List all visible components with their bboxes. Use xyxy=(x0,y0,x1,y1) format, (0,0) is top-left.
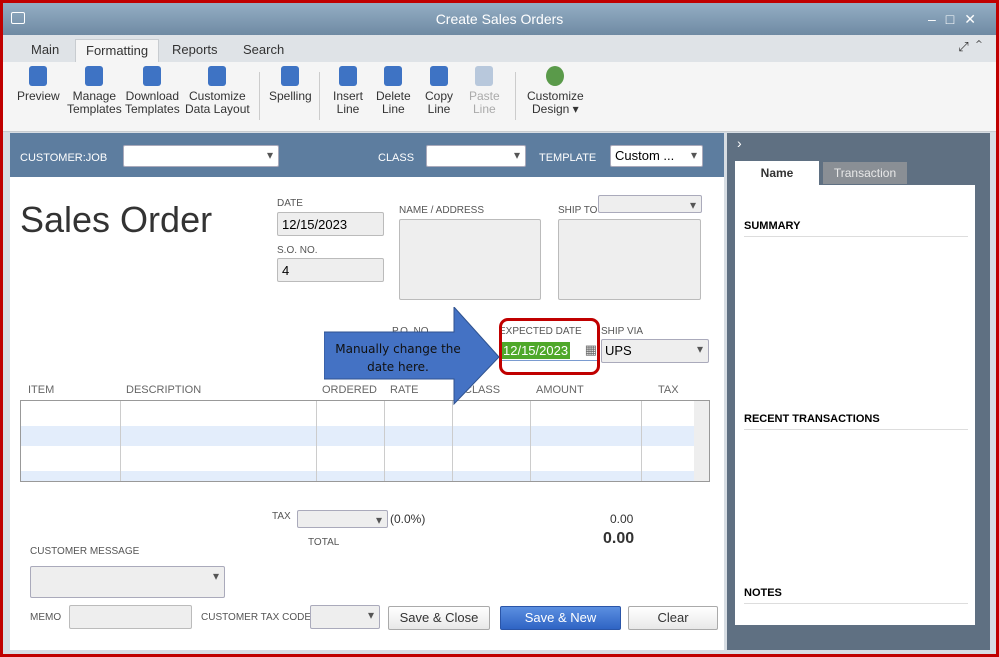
tax-label: TAX xyxy=(272,511,291,522)
delete-line-icon xyxy=(384,66,403,86)
customize-data-layout-button[interactable]: Customize Data Layout xyxy=(185,66,250,116)
spelling-icon xyxy=(281,66,300,86)
download-icon xyxy=(143,66,162,86)
ribbon-tabs: Main Formatting Reports Search ⤢ ⌃ xyxy=(3,35,996,62)
ship-to-label: SHIP TO xyxy=(558,205,598,216)
system-menu-icon[interactable] xyxy=(11,12,25,24)
col-item: ITEM xyxy=(28,384,55,396)
tax-select[interactable] xyxy=(297,510,388,528)
customer-tax-code-label: CUSTOMER TAX CODE xyxy=(201,612,312,623)
save-close-button[interactable]: Save & Close xyxy=(388,606,490,630)
total-label: TOTAL xyxy=(308,537,340,548)
tax-percent: (0.0%) xyxy=(390,512,426,526)
class-label: CLASS xyxy=(378,152,415,164)
label: Preview xyxy=(17,89,60,103)
total-amount: 0.00 xyxy=(603,530,635,547)
class-select[interactable] xyxy=(426,145,526,167)
ship-to-select[interactable] xyxy=(598,195,702,213)
template-label: TEMPLATE xyxy=(539,152,597,164)
notes-heading: NOTES xyxy=(744,587,968,604)
customer-tax-code-select[interactable] xyxy=(310,605,380,629)
divider xyxy=(259,72,260,120)
customer-message-label: CUSTOMER MESSAGE xyxy=(30,546,140,557)
divider xyxy=(515,72,516,120)
label: Line xyxy=(427,102,451,116)
page-title: Sales Order xyxy=(20,199,213,240)
col-description: DESCRIPTION xyxy=(126,384,202,396)
clear-button[interactable]: Clear xyxy=(628,606,718,630)
tab-name[interactable]: Name xyxy=(735,161,819,185)
col-tax: TAX xyxy=(658,384,679,396)
label: Templates xyxy=(67,102,122,116)
customize-design-button[interactable]: Customize Design ▾ xyxy=(527,66,584,116)
label: Spelling xyxy=(269,89,312,103)
so-number-label: S.O. NO. xyxy=(277,245,318,256)
date-field[interactable]: 12/15/2023 xyxy=(277,212,384,236)
label: Design ▾ xyxy=(531,102,579,116)
expand-collapse-icons[interactable]: ⤢ ⌃ xyxy=(958,39,982,55)
paste-line-button[interactable]: Paste Line xyxy=(469,66,500,116)
toolbar: Preview Manage Templates Download Template… xyxy=(3,62,996,132)
name-address-label: NAME / ADDRESS xyxy=(399,205,485,216)
summary-heading: SUMMARY xyxy=(744,220,968,237)
ship-via-select[interactable]: UPS xyxy=(601,339,709,363)
recent-transactions-heading: RECENT TRANSACTIONS xyxy=(744,413,968,430)
window-controls[interactable]: ‒□✕ xyxy=(928,3,986,35)
memo-label: MEMO xyxy=(30,612,62,623)
title-bar: Create Sales Orders ‒□✕ xyxy=(3,3,996,35)
memo-field[interactable] xyxy=(69,605,192,629)
tab-main[interactable]: Main xyxy=(21,39,69,62)
tab-formatting[interactable]: Formatting xyxy=(75,39,160,62)
divider xyxy=(319,72,320,120)
panel-card: SUMMARY RECENT TRANSACTIONS NOTES xyxy=(735,185,975,625)
manage-templates-button[interactable]: Manage Templates xyxy=(67,66,122,116)
paste-icon xyxy=(475,66,494,86)
line-items-table[interactable] xyxy=(20,400,710,482)
header-band: CUSTOMER:JOB CLASS TEMPLATE Custom ... xyxy=(10,133,724,177)
label: Line xyxy=(336,102,360,116)
insert-line-button[interactable]: Insert Line xyxy=(333,66,363,116)
palette-icon xyxy=(546,66,565,86)
copy-line-button[interactable]: Copy Line xyxy=(425,66,453,116)
callout-text: Manually change the date here. xyxy=(335,342,461,374)
ship-via-label: SHIP VIA xyxy=(601,326,644,337)
col-amount: AMOUNT xyxy=(536,384,584,396)
template-select[interactable]: Custom ... xyxy=(610,145,703,167)
table-row[interactable] xyxy=(21,426,695,446)
customer-job-select[interactable] xyxy=(123,145,279,167)
preview-button[interactable]: Preview xyxy=(17,66,60,103)
so-number-field[interactable]: 4 xyxy=(277,258,384,282)
name-address-field[interactable] xyxy=(399,219,541,300)
preview-icon xyxy=(29,66,48,86)
window-title: Create Sales Orders xyxy=(435,11,564,27)
spelling-button[interactable]: Spelling xyxy=(269,66,312,103)
chevron-right-icon[interactable]: › xyxy=(737,135,742,151)
copy-icon xyxy=(430,66,448,86)
scrollbar[interactable] xyxy=(694,401,709,481)
tab-search[interactable]: Search xyxy=(233,39,294,62)
delete-line-button[interactable]: Delete Line xyxy=(376,66,411,116)
date-label: DATE xyxy=(277,198,303,209)
table-row[interactable] xyxy=(21,471,695,481)
label: Data Layout xyxy=(185,102,250,116)
sales-order-form: Sales Order DATE 12/15/2023 S.O. NO. 4 N… xyxy=(10,177,724,650)
tab-reports[interactable]: Reports xyxy=(162,39,228,62)
label: Line xyxy=(473,102,496,116)
label: Templates xyxy=(125,102,180,116)
edit-icon xyxy=(208,66,227,86)
tab-transaction[interactable]: Transaction xyxy=(823,162,907,184)
customer-job-label: CUSTOMER:JOB xyxy=(20,152,108,164)
customer-message-select[interactable] xyxy=(30,566,225,598)
label: Line xyxy=(382,102,405,116)
insert-line-icon xyxy=(339,66,357,86)
ship-to-field[interactable] xyxy=(558,219,701,300)
save-new-button[interactable]: Save & New xyxy=(500,606,621,630)
side-panel: › Name Transaction SUMMARY RECENT TRANSA… xyxy=(727,133,990,650)
template-icon xyxy=(85,66,104,86)
download-templates-button[interactable]: Download Templates xyxy=(125,66,180,116)
tax-amount: 0.00 xyxy=(610,512,634,526)
